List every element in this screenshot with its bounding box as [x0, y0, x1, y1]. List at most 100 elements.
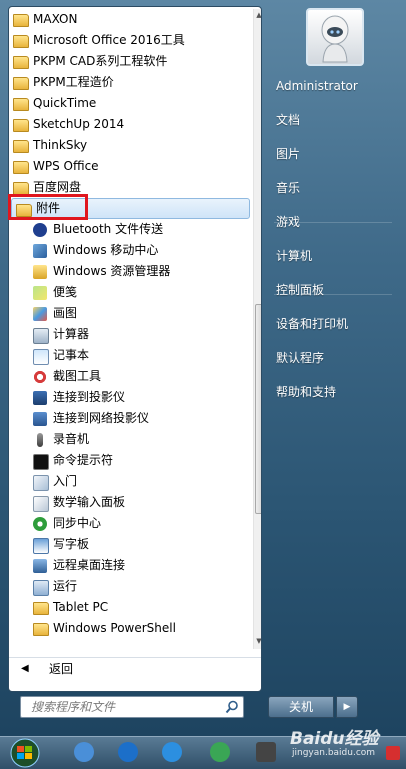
paint-icon — [33, 307, 47, 321]
program-item-sound-recorder[interactable]: 录音机 — [9, 429, 253, 450]
search-box[interactable] — [20, 696, 244, 718]
program-item-sticky-notes[interactable]: 便笺 — [9, 282, 253, 303]
right-link-devices-printers[interactable]: 设备和打印机 — [266, 314, 402, 334]
taskbar-app-icon[interactable] — [118, 742, 138, 762]
folder-icon — [13, 77, 29, 90]
program-folder-label: SketchUp 2014 — [33, 117, 125, 131]
program-item-label: 入门 — [53, 474, 78, 488]
program-item-label: 命令提示符 — [53, 453, 114, 467]
run-icon — [33, 580, 49, 596]
program-folder-pkpm-cost[interactable]: PKPM工程造价 — [9, 72, 253, 93]
right-link-help-support[interactable]: 帮助和支持 — [266, 382, 402, 402]
program-folder-thinksky[interactable]: ThinkSky — [9, 135, 253, 156]
program-item-explorer[interactable]: Windows 资源管理器 — [9, 261, 253, 282]
watermark-text: Baidu经验 — [290, 729, 379, 749]
right-pane: Administrator 文档 图片 音乐 游戏 计算机 控制面板 设备和打印… — [266, 76, 402, 416]
program-item-label: Bluetooth 文件传送 — [53, 222, 164, 236]
taskbar-app-icon[interactable] — [74, 742, 94, 762]
folder-icon — [13, 161, 29, 174]
program-item-label: 运行 — [53, 579, 78, 593]
program-item-math-input[interactable]: 数学输入面板 — [9, 492, 253, 513]
shutdown-button[interactable]: 关机 — [268, 696, 334, 718]
chevron-right-icon: ▶ — [343, 702, 351, 712]
program-folder-tablet-pc[interactable]: Tablet PC — [9, 597, 253, 618]
folder-icon — [13, 14, 29, 27]
program-item-label: 便笺 — [53, 285, 78, 299]
taskbar-app-icon[interactable] — [162, 742, 182, 762]
projector-icon — [33, 391, 47, 405]
program-folder-label: PKPM工程造价 — [33, 75, 114, 89]
folder-open-icon — [16, 204, 32, 217]
search-input[interactable] — [21, 697, 227, 717]
program-folder-accessories[interactable]: 附件 — [11, 198, 250, 219]
program-item-sync-center[interactable]: 同步中心 — [9, 513, 253, 534]
program-folder-label: MAXON — [33, 12, 78, 26]
snipping-tool-icon — [33, 370, 47, 384]
program-item-getting-started[interactable]: 入门 — [9, 471, 253, 492]
program-item-run[interactable]: 运行 — [9, 576, 253, 597]
program-item-projector[interactable]: 连接到投影仪 — [9, 387, 253, 408]
right-link-music[interactable]: 音乐 — [266, 178, 402, 198]
user-name-link[interactable]: Administrator — [266, 76, 402, 96]
program-item-label: Windows 移动中心 — [53, 243, 159, 257]
program-item-notepad[interactable]: 记事本 — [9, 345, 253, 366]
baidu-watermark: Baidu经验 jingyan.baidu.com — [286, 720, 406, 768]
wordpad-icon — [33, 538, 49, 554]
folder-icon — [33, 623, 49, 636]
program-folder-quicktime[interactable]: QuickTime — [9, 93, 253, 114]
right-link-computer[interactable]: 计算机 — [266, 246, 402, 266]
command-prompt-icon — [33, 454, 49, 470]
program-item-remote-desktop[interactable]: 远程桌面连接 — [9, 555, 253, 576]
sync-center-icon — [33, 517, 47, 531]
explorer-icon — [33, 265, 47, 279]
back-button[interactable]: ◀ 返回 — [9, 657, 261, 680]
program-item-mobility-center[interactable]: Windows 移动中心 — [9, 240, 253, 261]
scroll-thumb[interactable] — [255, 304, 261, 514]
scroll-up-icon[interactable]: ▲ — [255, 11, 261, 19]
program-item-wordpad[interactable]: 写字板 — [9, 534, 253, 555]
math-input-icon — [33, 496, 49, 512]
back-label: 返回 — [49, 662, 74, 676]
robot-avatar-icon — [321, 15, 349, 63]
program-item-label: 写字板 — [53, 537, 90, 551]
start-orb-icon[interactable] — [6, 738, 44, 768]
right-link-games[interactable]: 游戏 — [266, 212, 402, 232]
program-item-network-projector[interactable]: 连接到网络投影仪 — [9, 408, 253, 429]
program-item-bluetooth[interactable]: Bluetooth 文件传送 — [9, 219, 253, 240]
user-avatar[interactable] — [306, 8, 364, 66]
search-icon[interactable] — [225, 700, 239, 714]
folder-icon — [13, 35, 29, 48]
program-item-label: Tablet PC — [53, 600, 109, 614]
right-link-pictures[interactable]: 图片 — [266, 144, 402, 164]
program-item-calculator[interactable]: 计算器 — [9, 324, 253, 345]
program-folder-label: 附件 — [36, 201, 61, 215]
program-folder-pkpm-cad[interactable]: PKPM CAD系列工程软件 — [9, 51, 253, 72]
right-link-documents[interactable]: 文档 — [266, 110, 402, 130]
program-folder-sketchup[interactable]: SketchUp 2014 — [9, 114, 253, 135]
program-item-label: 连接到投影仪 — [53, 390, 126, 404]
program-item-command-prompt[interactable]: 命令提示符 — [9, 450, 253, 471]
program-item-paint[interactable]: 画图 — [9, 303, 253, 324]
program-item-label: 画图 — [53, 306, 78, 320]
calculator-icon — [33, 328, 49, 344]
right-link-control-panel[interactable]: 控制面板 — [266, 280, 402, 300]
program-item-label: 数学输入面板 — [53, 495, 126, 509]
program-folder-office-tools[interactable]: Microsoft Office 2016工具 — [9, 30, 253, 51]
program-list-scrollbar[interactable]: ▲ ▼ — [253, 9, 261, 649]
program-folder-wps[interactable]: WPS Office — [9, 156, 253, 177]
program-folder-maxon[interactable]: MAXON — [9, 9, 253, 30]
taskbar-app-icon[interactable] — [210, 742, 230, 762]
scroll-down-icon[interactable]: ▼ — [255, 637, 261, 645]
program-item-label: 同步中心 — [53, 516, 102, 530]
taskbar-app-icon[interactable] — [256, 742, 276, 762]
program-folder-powershell[interactable]: Windows PowerShell — [9, 618, 253, 639]
folder-icon — [33, 602, 49, 615]
program-item-label: 录音机 — [53, 432, 90, 446]
program-folder-baidu-netdisk[interactable]: 百度网盘 — [9, 177, 253, 198]
program-item-snipping-tool[interactable]: 截图工具 — [9, 366, 253, 387]
right-link-default-programs[interactable]: 默认程序 — [266, 348, 402, 368]
bluetooth-icon — [33, 223, 47, 237]
program-item-label: 记事本 — [53, 348, 90, 362]
shutdown-options-button[interactable]: ▶ — [336, 696, 358, 718]
program-folder-label: Microsoft Office 2016工具 — [33, 33, 185, 47]
